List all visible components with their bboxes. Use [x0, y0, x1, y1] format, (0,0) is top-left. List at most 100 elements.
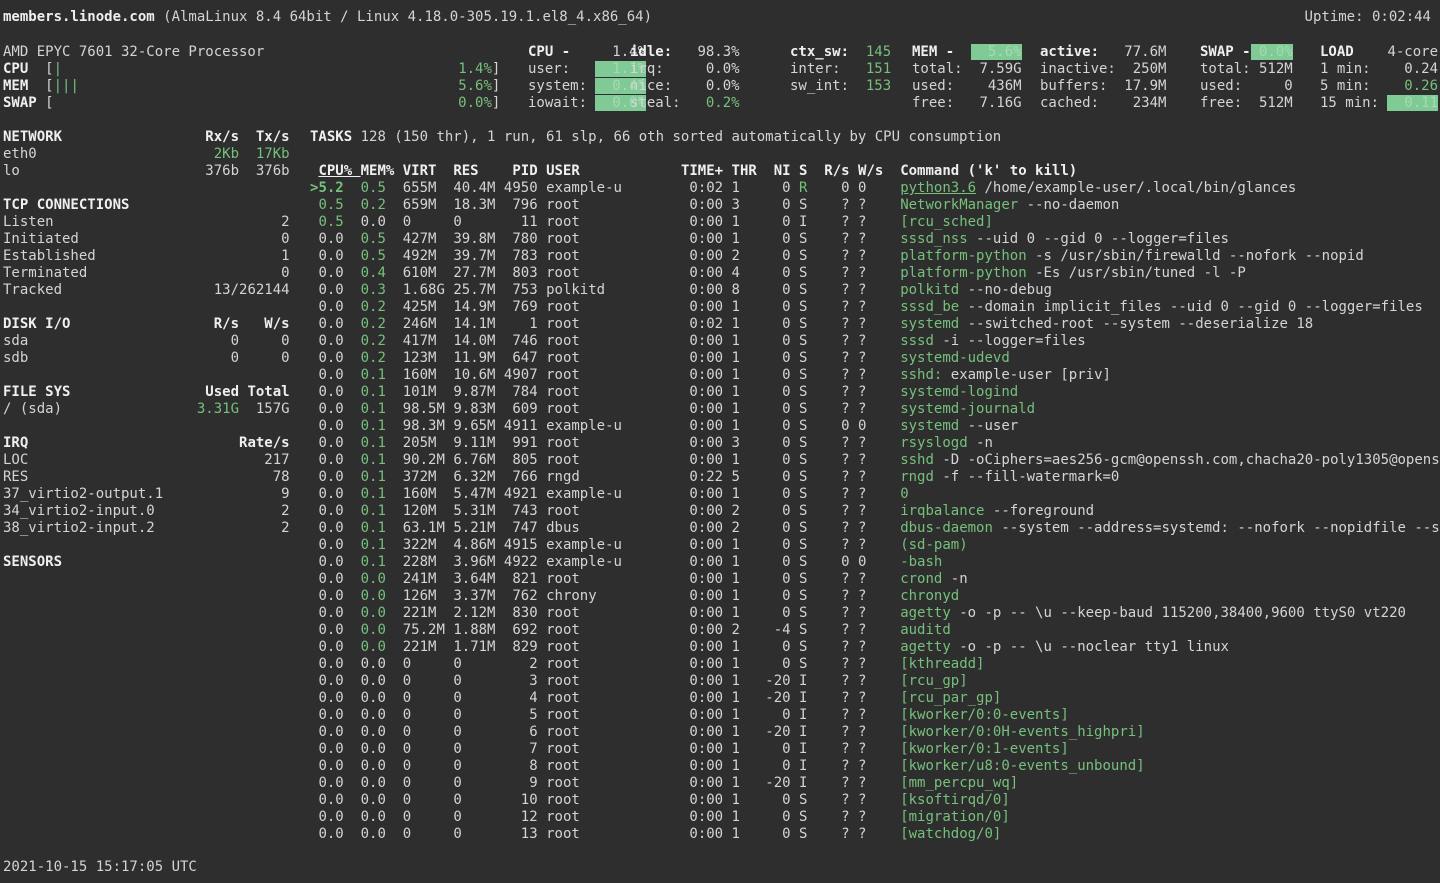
cell-rs: ?: [824, 792, 849, 808]
cell-virt: 205M: [403, 435, 445, 451]
stat-label: idle:: [630, 44, 689, 60]
cell-ni: 0: [765, 197, 790, 213]
stat-label: buffers:: [1040, 78, 1124, 94]
panel-title: FILE SYS: [3, 384, 188, 400]
cell-rs: ?: [824, 537, 849, 553]
cell-virt: 90.2M: [403, 452, 445, 468]
cell-rs: ?: [824, 265, 849, 281]
cell-cpu: 0.0: [318, 452, 343, 468]
terminal-screen[interactable]: { "header": { "host": "members.linode.co…: [0, 0, 1440, 883]
process-row: 0.5 0.2 659M 18.3M 796 root 0:00 3 0 S ?…: [310, 197, 1440, 214]
cell-res: 1.71M: [453, 639, 495, 655]
col-header-cpu: CPU%: [318, 163, 360, 179]
stat-line: used: 436M: [912, 78, 1022, 95]
cell-ni: 0: [765, 333, 790, 349]
stat-line: 1 min: 0.24: [1320, 61, 1438, 78]
cell-ni: 0: [765, 588, 790, 604]
cell-cpu: 0.0: [318, 775, 343, 791]
cell-rs: ?: [824, 282, 849, 298]
panel-col-header: Used: [188, 384, 239, 400]
panel-col-header: Total: [239, 384, 290, 400]
cell-res: 18.3M: [453, 197, 495, 213]
row-value: 0: [188, 333, 239, 349]
cell-command-name: [kworker/u8:0-events_unbound]: [900, 758, 1144, 774]
cell-cpu: 0.0: [318, 571, 343, 587]
tasks-sort-note: sorted automatically by CPU consumption: [672, 129, 1001, 145]
sidebar-panels: NETWORK Rx/s Tx/seth0 2Kb 17Kblo 376b 37…: [3, 129, 290, 571]
panel-title: NETWORK: [3, 129, 188, 145]
cell-time: 0:00: [639, 299, 723, 315]
cell-pid: 12: [496, 809, 538, 825]
cell-res: 2.12M: [453, 605, 495, 621]
stat-value: 77.6M: [1124, 44, 1166, 60]
cell-time: 0:22: [639, 469, 723, 485]
cell-pid: 5: [496, 707, 538, 723]
cell-mem: 0.0: [361, 622, 386, 638]
stat-value: 0.2%: [689, 95, 740, 111]
process-row: 0.0 0.1 90.2M 6.76M 805 root 0:00 1 0 S …: [310, 452, 1440, 469]
cell-mem: 0.1: [361, 486, 386, 502]
cell-rs: ?: [824, 333, 849, 349]
cell-command-name: [watchdog/0]: [900, 826, 1001, 842]
cell-rs: ?: [824, 809, 849, 825]
stat-label: 5 min:: [1320, 78, 1387, 94]
cell-res: 14.0M: [453, 333, 495, 349]
cell-cpu: 0.0: [318, 792, 343, 808]
cell-virt: 160M: [403, 486, 445, 502]
cell-rs: 0: [824, 418, 849, 434]
cell-rs: ?: [824, 299, 849, 315]
row-value: 157G: [239, 401, 290, 417]
cell-cpu: 0.0: [318, 367, 343, 383]
cell-cpu: 0.0: [318, 316, 343, 332]
stat-label: 1 min:: [1320, 61, 1387, 77]
cell-thr: 2: [732, 622, 766, 638]
cell-mem: 0.1: [361, 367, 386, 383]
process-row: 0.0 0.2 417M 14.0M 746 root 0:00 1 0 S ?…: [310, 333, 1440, 350]
cell-pid: 7: [496, 741, 538, 757]
panel-row: 34_virtio2-input.0 2: [3, 503, 290, 520]
cell-mem: 0.0: [361, 758, 386, 774]
cell-ni: 0: [765, 605, 790, 621]
col-header-command: Command ('k' to kill): [900, 163, 1077, 179]
cell-thr: 1: [732, 367, 766, 383]
cell-res: 5.47M: [453, 486, 495, 502]
cell-pid: 11: [496, 214, 538, 230]
cell-pid: 830: [496, 605, 538, 621]
process-row: 0.0 0.1 228M 3.96M 4922 example-u 0:00 1…: [310, 554, 1440, 571]
cell-thr: 4: [732, 265, 766, 281]
cell-thr: 1: [732, 537, 766, 553]
col-header-ws: W/s: [858, 163, 883, 179]
uptime-value: 0:02:44: [1372, 9, 1431, 25]
cell-user: root: [546, 265, 639, 281]
row-value: 9: [188, 486, 289, 502]
cell-ni: 0: [765, 554, 790, 570]
process-row: 0.0 0.1 120M 5.31M 743 root 0:00 2 0 S ?…: [310, 503, 1440, 520]
cell-command-name: [kworker/0:0H-events_highpri]: [900, 724, 1144, 740]
cell-command-name: sssd_be: [900, 299, 959, 315]
row-label: LOC: [3, 452, 188, 468]
stat-value: 98.3%: [689, 44, 740, 60]
footer-clock: 2021-10-15 15:17:05 UTC: [3, 859, 197, 876]
row-label: 38_virtio2-input.2: [3, 520, 188, 536]
cell-command-args: --user: [968, 418, 1019, 434]
stat-label: sw_int:: [790, 78, 857, 94]
cell-time: 0:00: [639, 639, 723, 655]
stat-label: 15 min:: [1320, 95, 1387, 111]
process-row: 0.0 0.0 221M 1.71M 829 root 0:00 1 0 S ?…: [310, 639, 1440, 656]
cell-user: root: [546, 656, 639, 672]
cell-cpu: 0.0: [318, 503, 343, 519]
cell-pid: 9: [496, 775, 538, 791]
cell-thr: 1: [732, 809, 766, 825]
cell-mem: 0.0: [361, 605, 386, 621]
cell-command-name: rsyslogd: [900, 435, 967, 451]
cell-thr: 1: [732, 792, 766, 808]
cell-user: example-u: [546, 554, 639, 570]
cell-user: example-u: [546, 418, 639, 434]
cell-command-name: chronyd: [900, 588, 959, 604]
cell-pid: 796: [496, 197, 538, 213]
cell-res: 0: [453, 826, 495, 842]
stat-line: MEM - 5.6%: [912, 44, 1022, 61]
gauge-label: SWAP: [3, 95, 45, 111]
cell-user: root: [546, 384, 639, 400]
cell-user: root: [546, 231, 639, 247]
